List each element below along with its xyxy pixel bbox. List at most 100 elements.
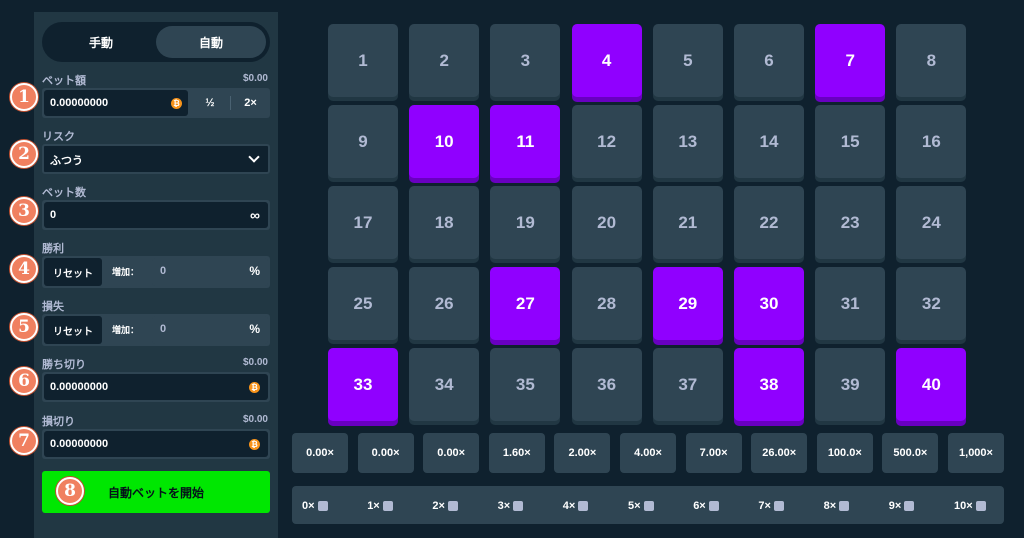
keno-tile[interactable]: 25 <box>328 267 398 340</box>
keno-tile[interactable]: 19 <box>490 186 561 259</box>
stop-profit-usd: $0.00 <box>242 357 268 368</box>
loss-increase-label: 増加： <box>112 325 140 335</box>
bet-amount-value: 0.00000000 <box>50 97 109 109</box>
hit-count-item: 4× <box>563 500 589 512</box>
keno-tile[interactable]: 7 <box>815 24 886 97</box>
loss-reset-button[interactable]: リセット <box>44 316 102 344</box>
keno-tile[interactable]: 8 <box>896 24 967 97</box>
gem-icon <box>578 501 589 511</box>
bet-amount-input[interactable]: 0.00000000 ₿ <box>44 90 188 116</box>
keno-tile[interactable]: 16 <box>896 105 967 178</box>
double-button[interactable]: 2× <box>231 88 270 118</box>
on-loss-group: リセット 増加： 0 % <box>42 314 270 346</box>
gem-icon <box>317 501 328 511</box>
stop-loss-usd: $0.00 <box>242 414 268 425</box>
mode-toggle: 手動 自動 <box>42 22 270 62</box>
half-button[interactable]: ½ <box>190 88 230 118</box>
keno-tile[interactable]: 18 <box>409 186 480 259</box>
keno-tile[interactable]: 22 <box>734 186 804 259</box>
step-badge-8: 8 <box>56 477 84 505</box>
keno-tile[interactable]: 14 <box>734 105 804 178</box>
multiplier-chip: 0.00× <box>292 433 348 473</box>
hit-count-item: 9× <box>889 500 915 512</box>
keno-tile[interactable]: 32 <box>896 267 967 340</box>
hit-count-item: 3× <box>498 500 524 512</box>
step-badge-4: 4 <box>10 255 38 283</box>
multiplier-chip: 26.00× <box>751 433 808 473</box>
hit-count-item: 2× <box>432 500 458 512</box>
win-increase-value: 0 <box>160 265 167 277</box>
hit-count-label: 9× <box>888 500 902 512</box>
multiplier-chip: 500.0× <box>882 433 939 473</box>
keno-tile[interactable]: 31 <box>815 267 886 340</box>
keno-tile[interactable]: 23 <box>815 186 886 259</box>
stop-loss-input[interactable]: 0.00000000 ₿ <box>44 431 268 457</box>
tab-auto[interactable]: 自動 <box>156 26 266 58</box>
keno-tile[interactable]: 33 <box>328 348 398 421</box>
keno-tile[interactable]: 13 <box>652 105 723 178</box>
stop-profit-input[interactable]: 0.00000000 ₿ <box>44 374 268 400</box>
keno-tile[interactable]: 1 <box>328 24 398 97</box>
win-increase-input[interactable]: 0 % <box>152 258 268 286</box>
gem-icon <box>447 501 458 511</box>
multiplier-chip: 0.00× <box>357 433 414 473</box>
stop-loss-value: 0.00000000 <box>50 438 109 450</box>
win-reset-button[interactable]: リセット <box>44 258 102 286</box>
gem-icon <box>773 501 784 511</box>
keno-tile[interactable]: 9 <box>328 105 398 178</box>
keno-tile[interactable]: 17 <box>328 186 398 259</box>
keno-board: 1 2 3 4 5 6 7 8 9 10 11 12 13 14 15 16 17 18 19 20 21 22 23 24 2… <box>278 12 1018 538</box>
keno-tile[interactable]: 12 <box>571 105 642 178</box>
gem-icon <box>643 501 654 511</box>
risk-select[interactable]: ふつう <box>42 144 270 174</box>
keno-tile[interactable]: 37 <box>652 348 723 421</box>
keno-tile[interactable]: 15 <box>815 105 886 178</box>
hit-count-label: 7× <box>758 500 771 512</box>
keno-tile[interactable]: 21 <box>652 186 723 259</box>
gem-icon <box>839 501 850 511</box>
bet-count-input[interactable]: 0 ∞ <box>44 202 268 228</box>
hit-count-item: 6× <box>693 500 719 512</box>
keno-tile[interactable]: 2 <box>409 24 480 97</box>
keno-tile[interactable]: 29 <box>652 267 723 340</box>
bitcoin-icon: ₿ <box>249 382 260 393</box>
keno-tile[interactable]: 24 <box>896 186 967 259</box>
keno-tile[interactable]: 39 <box>815 348 886 421</box>
keno-tile[interactable]: 40 <box>896 348 967 421</box>
hit-count-label: 5× <box>628 500 641 512</box>
hit-count-label: 3× <box>497 500 511 512</box>
multiplier-chip: 4.00× <box>620 433 676 473</box>
keno-tile[interactable]: 11 <box>490 105 561 178</box>
tab-manual[interactable]: 手動 <box>46 26 156 58</box>
keno-tile[interactable]: 3 <box>490 24 561 97</box>
app-root: 手動 自動 ベット額 $0.00 0.00000000 ₿ ½ 2× リスク ふ… <box>0 0 1024 538</box>
win-increase-label: 増加： <box>112 267 140 277</box>
chevron-down-icon <box>248 151 260 163</box>
keno-tile[interactable]: 20 <box>571 186 642 259</box>
keno-tile[interactable]: 35 <box>490 348 561 421</box>
stop-loss-label: 損切り <box>42 416 75 428</box>
hit-count-label: 4× <box>562 500 576 512</box>
gem-icon <box>708 501 719 511</box>
keno-tile[interactable]: 26 <box>409 267 480 340</box>
bet-amount-label: ベット額 <box>42 75 86 87</box>
keno-tile[interactable]: 28 <box>571 267 642 340</box>
keno-tile[interactable]: 4 <box>571 24 642 97</box>
loss-label: 損失 <box>42 301 64 313</box>
hit-count-label: 10× <box>954 500 973 512</box>
infinity-icon[interactable]: ∞ <box>250 207 260 223</box>
multiplier-chip: 1,000× <box>948 433 1004 473</box>
gem-icon <box>513 501 524 511</box>
keno-tile[interactable]: 38 <box>734 348 804 421</box>
bitcoin-icon: ₿ <box>249 439 260 450</box>
keno-tile[interactable]: 5 <box>652 24 723 97</box>
risk-label: リスク <box>42 131 75 143</box>
keno-tile[interactable]: 6 <box>734 24 804 97</box>
keno-tile[interactable]: 34 <box>409 348 480 421</box>
keno-tile[interactable]: 10 <box>409 105 480 178</box>
keno-tile[interactable]: 27 <box>490 267 561 340</box>
loss-increase-input[interactable]: 0 % <box>152 316 268 344</box>
keno-tile[interactable]: 30 <box>734 267 804 340</box>
stop-profit-label: 勝ち切り <box>42 359 86 371</box>
keno-tile[interactable]: 36 <box>571 348 642 421</box>
